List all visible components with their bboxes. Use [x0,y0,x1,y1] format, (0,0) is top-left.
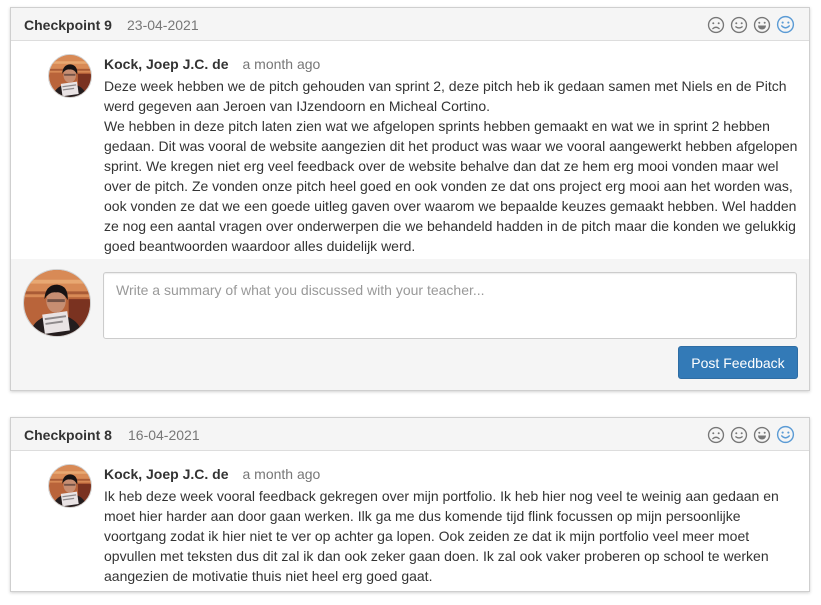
checkpoint-title: Checkpoint 8 [24,427,112,443]
checkpoint-title: Checkpoint 9 [24,17,112,33]
avatar [23,269,91,337]
reply-section: Post Feedback [11,259,809,390]
very-happy-face-icon[interactable] [776,15,795,34]
mood-selector [707,425,795,444]
checkpoint-date: 23-04-2021 [127,17,199,33]
entry-author-line: Kock, Joep J.C. de a month ago [104,466,320,482]
author-name: Kock, Joep J.C. de [104,56,229,72]
entry-paragraph: Ik heb deze week vooral feedback gekrege… [104,488,779,584]
feedback-entry: Kock, Joep J.C. de a month ago Deze week … [11,41,809,259]
author-name: Kock, Joep J.C. de [104,466,229,482]
avatar [48,464,92,508]
entry-time: a month ago [242,56,321,72]
avatar [48,54,92,98]
checkpoint-header: Checkpoint 8 16-04-2021 [11,418,809,451]
neutral-face-icon[interactable] [730,16,748,34]
entry-text: Ik heb deze week vooral feedback gekrege… [104,486,799,586]
sad-face-icon[interactable] [707,16,725,34]
very-happy-face-icon[interactable] [776,425,795,444]
entry-paragraph: Deze week hebben we de pitch gehouden va… [104,78,787,114]
checkpoint-card: Checkpoint 9 23-04-2021 Kock, Joep J.C. … [10,7,810,391]
feedback-entry: Kock, Joep J.C. de a month ago Ik heb dez… [11,451,809,591]
happy-face-icon[interactable] [753,426,771,444]
mood-selector [707,15,795,34]
sad-face-icon[interactable] [707,426,725,444]
entry-paragraph: We hebben in deze pitch laten zien wat w… [104,118,798,254]
neutral-face-icon[interactable] [730,426,748,444]
entry-text: Deze week hebben we de pitch gehouden va… [104,76,799,256]
post-feedback-button[interactable]: Post Feedback [678,346,798,379]
happy-face-icon[interactable] [753,16,771,34]
entry-author-line: Kock, Joep J.C. de a month ago [104,56,320,72]
checkpoint-date: 16-04-2021 [128,427,200,443]
checkpoint-card: Checkpoint 8 16-04-2021 Kock, Joep J.C. … [10,417,810,592]
feedback-summary-input[interactable] [103,272,797,339]
entry-time: a month ago [242,466,321,482]
checkpoint-header: Checkpoint 9 23-04-2021 [11,8,809,41]
